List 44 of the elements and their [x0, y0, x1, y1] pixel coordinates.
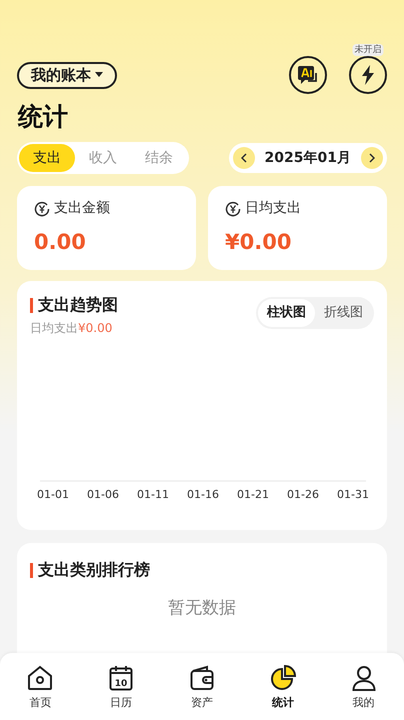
wallet-icon: [190, 665, 214, 691]
ai-assistant-button[interactable]: [289, 56, 327, 94]
summary-label: 支出金额: [54, 199, 110, 218]
daily-average-text: 日均支出¥0.00: [30, 320, 114, 337]
summary-label: 日均支出: [245, 199, 301, 218]
chevron-right-icon: [369, 153, 375, 163]
person-icon: [352, 665, 376, 691]
house-icon: [27, 665, 54, 691]
section-title: 支出趋势图: [38, 294, 118, 316]
nav-tab[interactable]: 统计: [252, 665, 313, 712]
pie-chart-icon: [270, 665, 296, 691]
x-tick-label: 01-11: [137, 488, 169, 501]
nav-tab[interactable]: 10 日历: [91, 665, 152, 712]
x-tick-label: 01-26: [287, 488, 319, 501]
ledger-selector[interactable]: 我的账本: [17, 62, 117, 88]
empty-state-text: 暂无数据: [168, 597, 236, 620]
yuan-coin-icon: [225, 200, 241, 216]
ai-chat-icon: [296, 64, 320, 86]
chart-mode-tab[interactable]: 柱状图: [258, 299, 315, 327]
x-tick-label: 01-21: [237, 488, 269, 501]
month-label: 2025年01月: [264, 148, 351, 168]
nav-tab[interactable]: 我的: [334, 665, 394, 712]
yuan-coin-icon: [34, 200, 50, 216]
next-month-button[interactable]: [361, 147, 383, 169]
section-title: 支出类别排行榜: [38, 559, 150, 581]
x-tick-label: 01-31: [337, 488, 369, 501]
caret-icon: [95, 72, 103, 78]
summary-value: 0.00: [34, 229, 87, 256]
previous-month-button[interactable]: [232, 147, 255, 169]
page-title: 统计: [16, 101, 69, 133]
x-tick-label: 01-06: [87, 488, 119, 501]
chart-mode-tab[interactable]: 折线图: [315, 299, 372, 327]
x-tick-label: 01-01: [37, 488, 69, 501]
calendar-icon: 10: [109, 665, 134, 691]
chevron-left-icon: [240, 153, 247, 163]
nav-tab[interactable]: 首页: [10, 665, 70, 712]
status-badge: 未开启: [352, 44, 384, 56]
type-tab[interactable]: 支出: [19, 144, 75, 172]
summary-value: ¥0.00: [225, 229, 292, 256]
x-tick-label: 01-16: [187, 488, 219, 501]
lightning-icon: [360, 65, 376, 85]
accent-bar: [30, 298, 33, 312]
accent-bar: [30, 562, 33, 578]
nav-tab[interactable]: 资产: [172, 665, 232, 712]
